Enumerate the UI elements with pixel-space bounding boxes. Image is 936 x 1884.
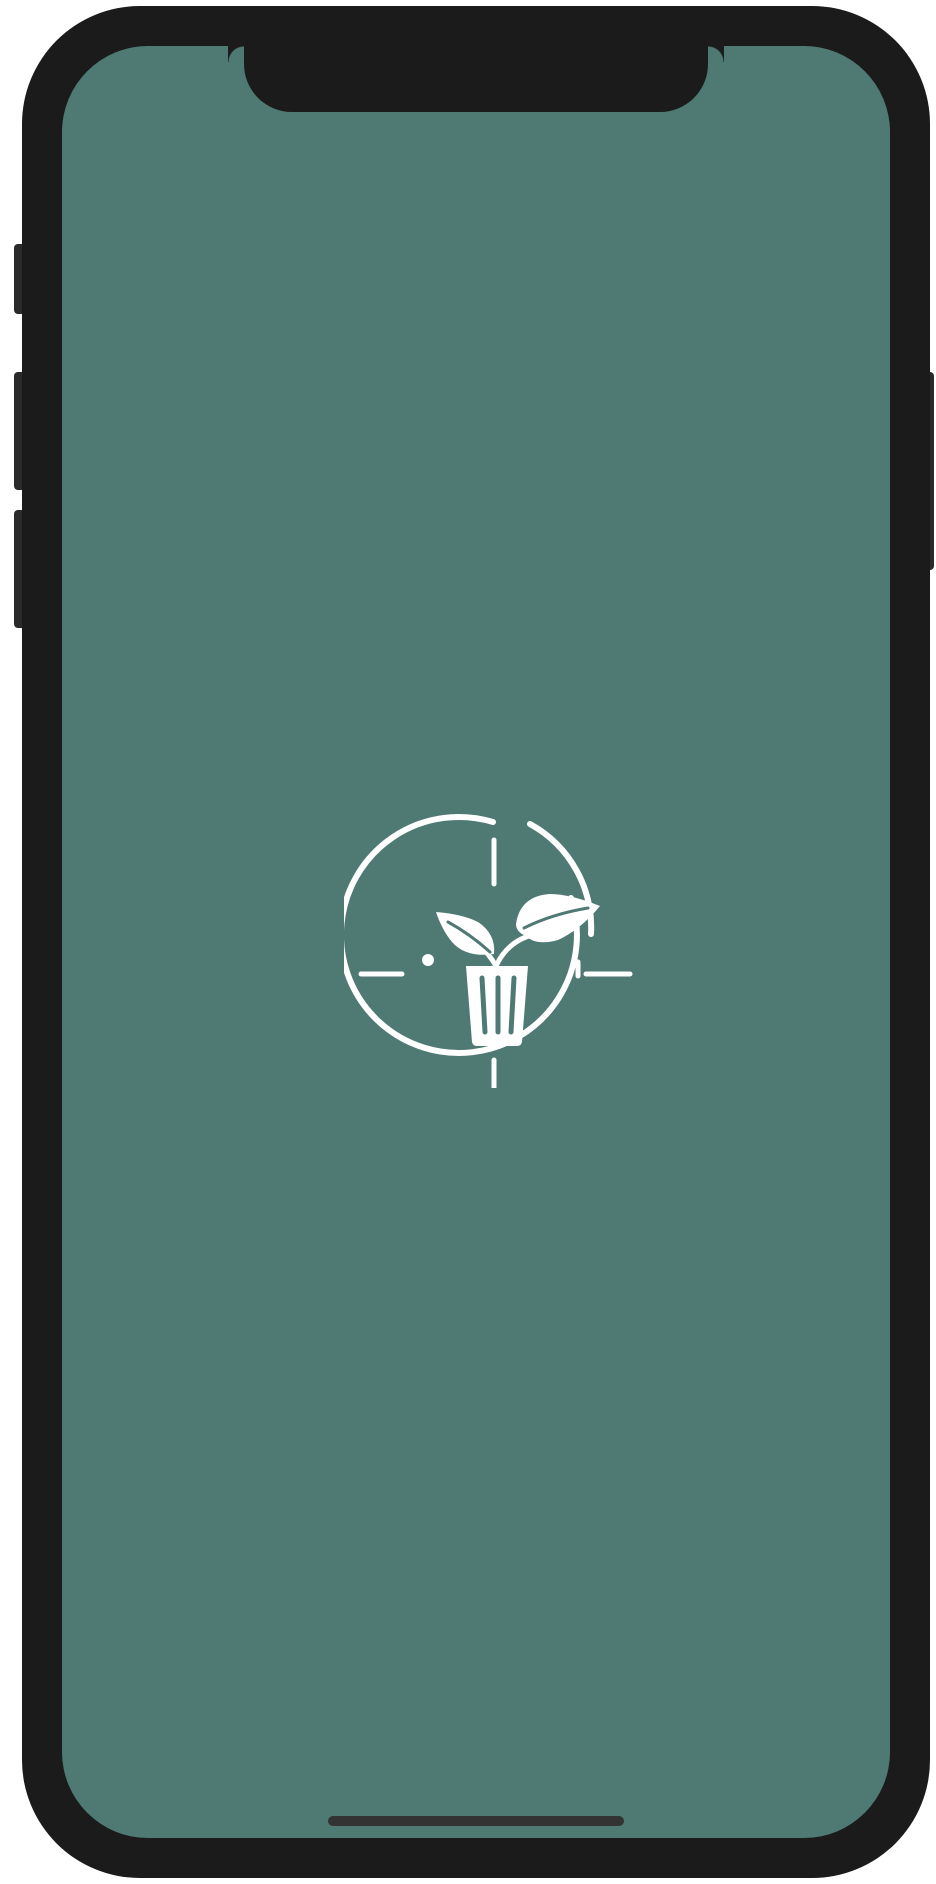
device-stage <box>0 0 936 1884</box>
home-indicator[interactable] <box>328 1816 624 1826</box>
phone-frame <box>22 6 930 1878</box>
plant-pot-target-icon <box>344 813 633 1088</box>
notch <box>244 46 724 112</box>
app-logo <box>344 788 644 1088</box>
splash-screen[interactable] <box>62 46 890 1838</box>
